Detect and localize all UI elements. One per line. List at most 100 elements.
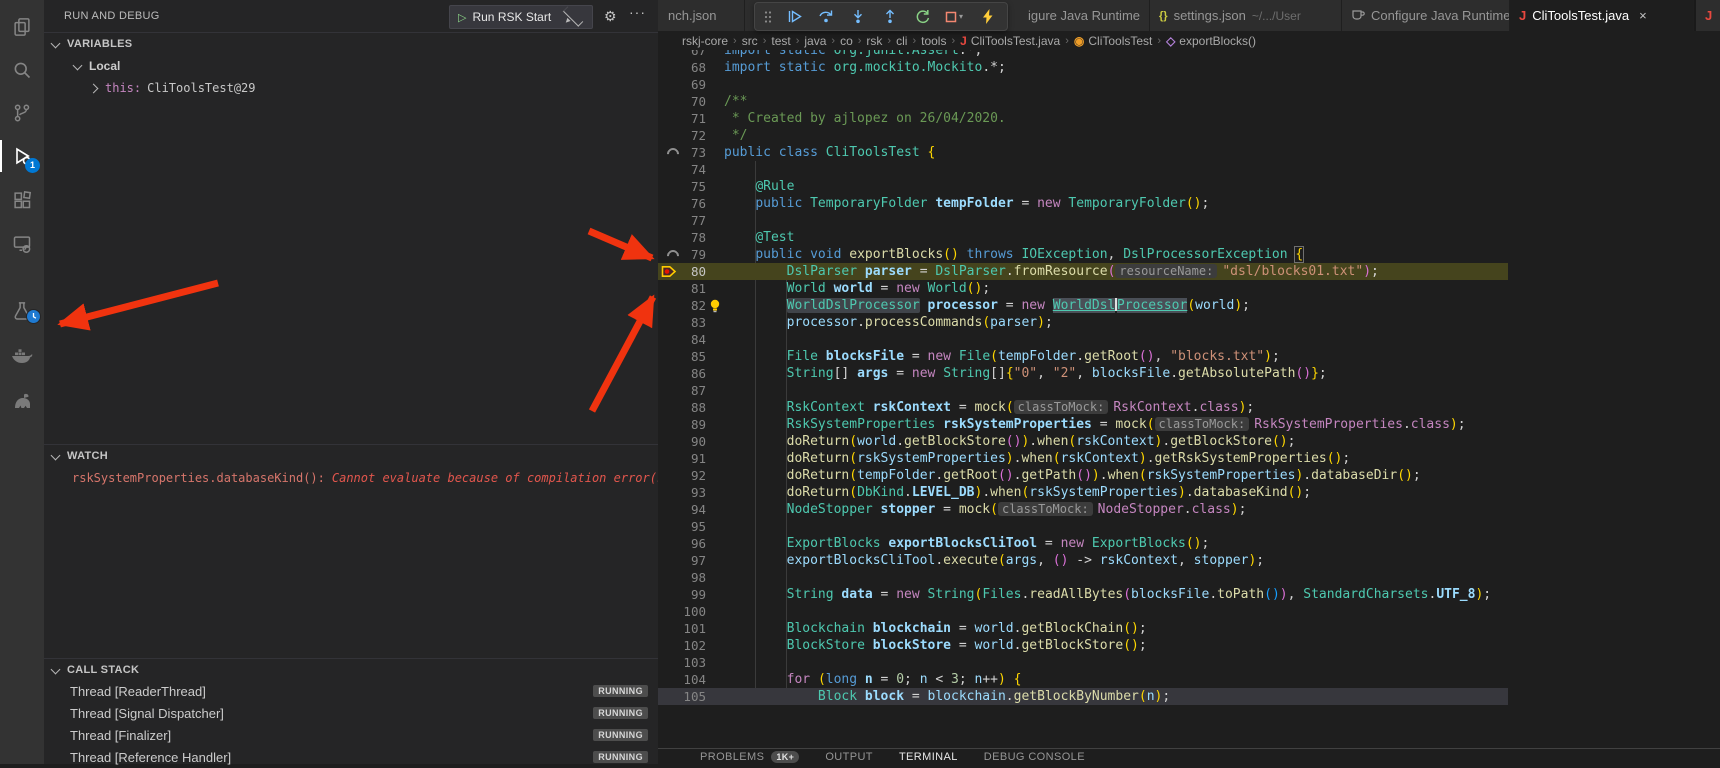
- line-number[interactable]: 98: [660, 569, 706, 586]
- vscode-window: { "colors":{"accent":"#0078d4","arrow":"…: [0, 0, 1720, 764]
- chevron-down-icon[interactable]: ▾: [563, 6, 584, 27]
- stop-options-chevron-icon[interactable]: ▾: [959, 12, 969, 21]
- line-number[interactable]: 81: [660, 280, 706, 297]
- line-number[interactable]: 88: [660, 399, 706, 416]
- line-number[interactable]: 95: [660, 518, 706, 535]
- panel-tab-terminal[interactable]: TERMINAL: [899, 749, 958, 765]
- line-number[interactable]: 68: [660, 59, 706, 76]
- scope-label: Local: [89, 59, 120, 73]
- line-number[interactable]: 77: [660, 212, 706, 229]
- breadcrumb-item[interactable]: ◇exportBlocks(): [1166, 34, 1256, 48]
- tab-launch-json[interactable]: nch.json: [658, 0, 745, 31]
- line-number[interactable]: 105: [660, 688, 706, 705]
- call-stack-thread[interactable]: Thread [Reference Handler]RUNNING: [44, 746, 658, 768]
- breadcrumb-item[interactable]: java: [804, 34, 826, 48]
- restart-button[interactable]: [909, 5, 935, 28]
- variable-row-this[interactable]: this: CliToolsTest@29: [44, 78, 658, 98]
- line-number[interactable]: 91: [660, 450, 706, 467]
- stop-button[interactable]: [941, 5, 961, 28]
- docker-icon[interactable]: [0, 336, 44, 376]
- breadcrumb-item[interactable]: tools: [921, 34, 946, 48]
- breadcrumb-separator: ›: [1157, 35, 1161, 47]
- line-number[interactable]: 83: [660, 314, 706, 331]
- line-number[interactable]: 90: [660, 433, 706, 450]
- line-number[interactable]: 82: [660, 297, 706, 314]
- line-number[interactable]: 85: [660, 348, 706, 365]
- line-number[interactable]: 74: [660, 161, 706, 178]
- line-number[interactable]: 69: [660, 76, 706, 93]
- line-number[interactable]: 96: [660, 535, 706, 552]
- line-number[interactable]: 100: [660, 603, 706, 620]
- run-config-button[interactable]: ▷ Run RSK Start ▾: [449, 5, 593, 29]
- watch-section-header[interactable]: WATCH: [44, 444, 658, 467]
- step-out-button[interactable]: [877, 5, 903, 28]
- step-over-button[interactable]: [813, 5, 839, 28]
- gradle-icon[interactable]: [0, 381, 44, 421]
- search-icon[interactable]: [0, 50, 44, 90]
- code-text: doReturn(rskSystemProperties).when(rskCo…: [724, 450, 1350, 467]
- line-number[interactable]: 104: [660, 671, 706, 688]
- call-stack-thread[interactable]: Thread [Signal Dispatcher]RUNNING: [44, 702, 658, 724]
- line-number[interactable]: 78: [660, 229, 706, 246]
- explorer-icon[interactable]: [0, 7, 44, 47]
- variables-section-header[interactable]: VARIABLES: [44, 32, 658, 55]
- close-icon[interactable]: ×: [1639, 8, 1647, 23]
- line-number[interactable]: 89: [660, 416, 706, 433]
- line-number[interactable]: 76: [660, 195, 706, 212]
- run-and-debug-icon[interactable]: 1: [0, 136, 44, 176]
- tab-clitoolstest-java[interactable]: J CliToolsTest.java ×: [1510, 0, 1694, 31]
- call-stack-thread[interactable]: Thread [ReaderThread]RUNNING: [44, 680, 658, 702]
- panel-tab-debug-console[interactable]: DEBUG CONSOLE: [984, 749, 1085, 765]
- line-number[interactable]: 75: [660, 178, 706, 195]
- drag-handle-icon[interactable]: [761, 5, 775, 28]
- continue-button[interactable]: [781, 5, 807, 28]
- line-number[interactable]: 99: [660, 586, 706, 603]
- variables-scope-local[interactable]: Local: [44, 56, 658, 76]
- source-control-icon[interactable]: [0, 93, 44, 133]
- panel-tab-label: PROBLEMS: [700, 749, 764, 765]
- tab-settings-json[interactable]: {} settings.json ~/.../User: [1150, 0, 1342, 31]
- line-number[interactable]: 92: [660, 467, 706, 484]
- line-number[interactable]: 72: [660, 127, 706, 144]
- code-line-75: 75 @Rule: [658, 178, 1508, 195]
- code-area[interactable]: 67import static org.junit.Assert.*;68imp…: [658, 50, 1720, 748]
- remote-explorer-icon[interactable]: [0, 224, 44, 264]
- line-number[interactable]: 84: [660, 331, 706, 348]
- code-line-99: 99 String data = new String(Files.readAl…: [658, 586, 1508, 603]
- line-number[interactable]: 93: [660, 484, 706, 501]
- line-number[interactable]: 102: [660, 637, 706, 654]
- call-stack-thread[interactable]: Thread [Finalizer]RUNNING: [44, 724, 658, 746]
- panel-tab-output[interactable]: OUTPUT: [825, 749, 873, 765]
- testing-icon[interactable]: [0, 291, 44, 331]
- hot-code-replace-button[interactable]: [975, 5, 1001, 28]
- breadcrumb-item[interactable]: rsk: [866, 34, 882, 48]
- code-line-72: 72 */: [658, 127, 1508, 144]
- line-number[interactable]: 94: [660, 501, 706, 518]
- breadcrumb-item[interactable]: test: [771, 34, 790, 48]
- line-number[interactable]: 87: [660, 382, 706, 399]
- breadcrumb-item[interactable]: rskj-core: [682, 34, 728, 48]
- line-number[interactable]: 70: [660, 93, 706, 110]
- panel-tab-problems[interactable]: PROBLEMS1K+: [700, 749, 799, 765]
- more-actions-icon[interactable]: ···: [629, 4, 646, 20]
- chevron-down-icon: [73, 60, 83, 70]
- tab-configure-java-runtime-2[interactable]: Configure Java Runtime: [1342, 0, 1510, 31]
- line-number[interactable]: 86: [660, 365, 706, 382]
- breadcrumb-item[interactable]: co: [840, 34, 853, 48]
- line-number[interactable]: 67: [660, 50, 706, 59]
- watch-expression-row[interactable]: rskSystemProperties.databaseKind(): Cann…: [44, 468, 658, 488]
- step-into-button[interactable]: [845, 5, 871, 28]
- breadcrumb-item[interactable]: cli: [896, 34, 907, 48]
- extensions-icon[interactable]: [0, 180, 44, 220]
- breadcrumb-item[interactable]: ◉CliToolsTest: [1074, 34, 1153, 48]
- line-number[interactable]: 101: [660, 620, 706, 637]
- breadcrumb-item[interactable]: src: [742, 34, 758, 48]
- gear-icon[interactable]: ⚙: [604, 8, 617, 25]
- line-number[interactable]: 103: [660, 654, 706, 671]
- tab-partial-java[interactable]: J: [1696, 0, 1720, 31]
- line-number[interactable]: 71: [660, 110, 706, 127]
- line-number[interactable]: 97: [660, 552, 706, 569]
- call-stack-section-header[interactable]: CALL STACK: [44, 658, 658, 681]
- breadcrumb-item[interactable]: JCliToolsTest.java: [960, 34, 1060, 48]
- code-line-73: 73public class CliToolsTest {: [658, 144, 1508, 161]
